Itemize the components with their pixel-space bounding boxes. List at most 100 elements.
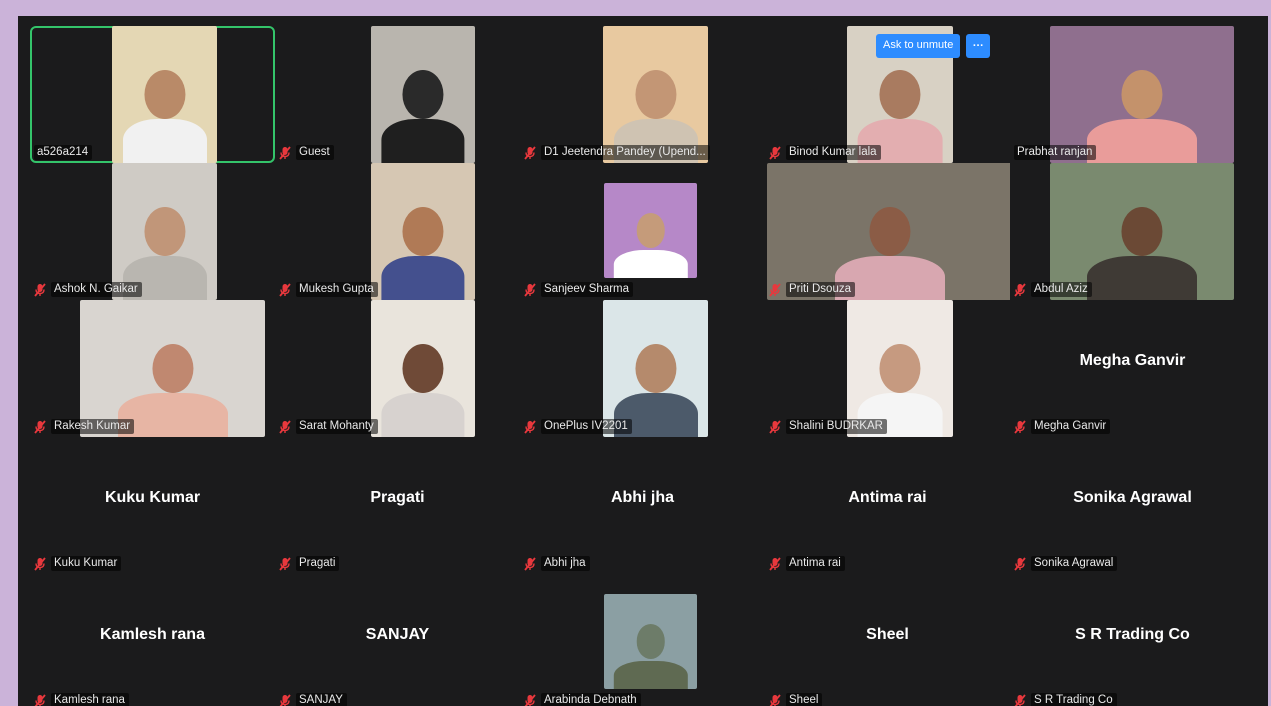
participant-name-label: Sanjeev Sharma — [541, 282, 633, 297]
participant-display-name: Sheel — [765, 626, 1010, 644]
participant-name-tag: D1 Jeetendra Pandey (Upend... — [524, 145, 710, 160]
participant-name-label: Sonika Agrawal — [1031, 556, 1117, 571]
participant-name-tag: Ashok N. Gaikar — [34, 282, 142, 297]
participant-name-tag: Kuku Kumar — [34, 556, 121, 571]
participant-name-label: Mukesh Gupta — [296, 282, 378, 297]
muted-mic-icon — [279, 146, 291, 160]
participant-name-tag: Binod Kumar lala — [769, 145, 881, 160]
participant-name-tag: Sanjeev Sharma — [524, 282, 633, 297]
participant-tile[interactable]: Sarat Mohanty — [275, 300, 520, 437]
muted-mic-icon — [769, 694, 781, 706]
participant-video — [603, 300, 708, 437]
participant-name-label: a526a214 — [34, 145, 92, 160]
muted-mic-icon — [524, 557, 536, 571]
participant-tile[interactable]: Sanjeev Sharma — [520, 163, 765, 300]
participant-tile[interactable]: Ashok N. Gaikar — [30, 163, 275, 300]
muted-mic-icon — [1014, 694, 1026, 706]
participant-display-name: Kuku Kumar — [30, 489, 275, 507]
muted-mic-icon — [34, 694, 46, 706]
participant-video — [1050, 26, 1234, 163]
participant-tile[interactable]: Kuku Kumar Kuku Kumar — [30, 437, 275, 574]
muted-mic-icon — [524, 283, 536, 297]
participant-display-name: Kamlesh rana — [30, 626, 275, 644]
participant-name-tag: SANJAY — [279, 693, 347, 706]
participant-video — [371, 300, 475, 437]
participant-name-label: OnePlus IV2201 — [541, 419, 632, 434]
participant-name-tag: S R Trading Co — [1014, 693, 1117, 706]
participant-name-tag: Mukesh Gupta — [279, 282, 378, 297]
participant-tile[interactable]: Priti Dsouza — [765, 163, 1010, 300]
participant-name-tag: Sonika Agrawal — [1014, 556, 1117, 571]
muted-mic-icon — [279, 283, 291, 297]
participant-name-tag: Antima rai — [769, 556, 845, 571]
participant-video — [604, 183, 697, 278]
participant-display-name: S R Trading Co — [1010, 626, 1255, 644]
participant-name-label: Sarat Mohanty — [296, 419, 378, 434]
participant-name-label: Antima rai — [786, 556, 845, 571]
participant-name-tag: Rakesh Kumar — [34, 419, 134, 434]
participant-name-label: Kamlesh rana — [51, 693, 129, 706]
participant-tile[interactable]: Abdul Aziz — [1010, 163, 1255, 300]
gallery-view: Ask to unmute ··· a526a214 Guest — [18, 16, 1268, 706]
participant-name-tag: Sheel — [769, 693, 822, 706]
participant-tile[interactable]: Prabhat ranjan — [1010, 26, 1255, 163]
muted-mic-icon — [279, 420, 291, 434]
participant-tile[interactable]: Mukesh Gupta — [275, 163, 520, 300]
participant-name-label: Priti Dsouza — [786, 282, 855, 297]
participant-video — [1050, 163, 1234, 300]
participant-tile[interactable]: Rakesh Kumar — [30, 300, 275, 437]
muted-mic-icon — [34, 283, 46, 297]
participant-video — [604, 594, 697, 689]
participant-tile[interactable]: Sheel Sheel — [765, 574, 1010, 706]
participant-video — [371, 26, 475, 163]
participant-tile[interactable]: Arabinda Debnath — [520, 574, 765, 706]
participant-video — [80, 300, 265, 437]
participant-tile[interactable]: Antima rai Antima rai — [765, 437, 1010, 574]
participant-video — [767, 163, 1010, 300]
participant-name-label: S R Trading Co — [1031, 693, 1117, 706]
participant-name-label: Abdul Aziz — [1031, 282, 1092, 297]
participant-name-label: Sheel — [786, 693, 822, 706]
more-options-button[interactable]: ··· — [966, 34, 990, 58]
muted-mic-icon — [34, 557, 46, 571]
participant-tile[interactable]: SANJAY SANJAY — [275, 574, 520, 706]
participant-name-label: Shalini BUDRKAR — [786, 419, 887, 434]
ask-to-unmute-button[interactable]: Ask to unmute — [876, 34, 960, 58]
participant-name-label: Abhi jha — [541, 556, 590, 571]
participant-name-tag: Arabinda Debnath — [524, 693, 641, 706]
participant-tile[interactable]: a526a214 — [30, 26, 275, 163]
participant-name-tag: Kamlesh rana — [34, 693, 129, 706]
participant-tile[interactable]: D1 Jeetendra Pandey (Upend... — [520, 26, 765, 163]
participant-display-name: Antima rai — [765, 489, 1010, 507]
muted-mic-icon — [1014, 420, 1026, 434]
participant-display-name: Sonika Agrawal — [1010, 489, 1255, 507]
muted-mic-icon — [1014, 283, 1026, 297]
participant-tile[interactable]: S R Trading Co S R Trading Co — [1010, 574, 1255, 706]
participant-name-tag: Prabhat ranjan — [1014, 145, 1096, 160]
participant-name-tag: Abhi jha — [524, 556, 590, 571]
muted-mic-icon — [279, 557, 291, 571]
participant-tile[interactable]: Shalini BUDRKAR — [765, 300, 1010, 437]
participant-name-label: Rakesh Kumar — [51, 419, 134, 434]
participant-name-label: D1 Jeetendra Pandey (Upend... — [541, 145, 710, 160]
participant-name-tag: Megha Ganvir — [1014, 419, 1110, 434]
participant-tile[interactable]: Sonika Agrawal Sonika Agrawal — [1010, 437, 1255, 574]
muted-mic-icon — [524, 146, 536, 160]
participant-name-label: Binod Kumar lala — [786, 145, 881, 160]
muted-mic-icon — [769, 283, 781, 297]
participant-tile[interactable]: Kamlesh rana Kamlesh rana — [30, 574, 275, 706]
participant-display-name: Megha Ganvir — [1010, 352, 1255, 370]
participant-tile[interactable]: OnePlus IV2201 — [520, 300, 765, 437]
participant-tile[interactable]: Abhi jha Abhi jha — [520, 437, 765, 574]
participant-video — [603, 26, 708, 163]
participant-name-tag: Shalini BUDRKAR — [769, 419, 887, 434]
participant-display-name: Pragati — [275, 489, 520, 507]
participant-tile[interactable]: Megha Ganvir Megha Ganvir — [1010, 300, 1255, 437]
participant-name-tag: OnePlus IV2201 — [524, 419, 632, 434]
participant-video — [371, 163, 475, 300]
participant-name-label: Kuku Kumar — [51, 556, 121, 571]
participant-tile[interactable]: Guest — [275, 26, 520, 163]
participant-name-tag: Priti Dsouza — [769, 282, 855, 297]
participant-name-tag: Pragati — [279, 556, 339, 571]
participant-tile[interactable]: Pragati Pragati — [275, 437, 520, 574]
